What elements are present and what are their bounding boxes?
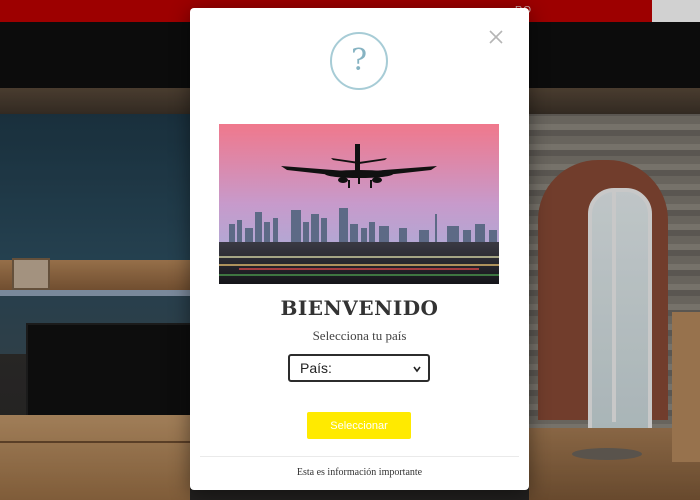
modal-title: BIENVENIDO [280, 296, 439, 320]
page: RO ? [0, 0, 700, 500]
modal-footer-note: Esta es información importante [296, 467, 423, 478]
question-mark-glyph: ? [350, 43, 368, 78]
close-button[interactable] [487, 28, 505, 46]
airplane-city-illustration [219, 124, 499, 284]
chevron-down-icon [413, 366, 421, 373]
select-country-button[interactable]: Seleccionar [307, 412, 411, 439]
airplane-hero-image [219, 124, 499, 284]
country-select-value: País: [300, 360, 332, 376]
close-icon [489, 30, 503, 44]
country-select[interactable]: País: [288, 354, 430, 382]
question-circle-icon: ? [330, 32, 388, 90]
welcome-modal: ? BIENVENIDO Selecciona tu país País: Se… [190, 8, 529, 490]
modal-subtitle: Selecciona tu país [312, 328, 407, 343]
modal-divider [200, 456, 519, 457]
